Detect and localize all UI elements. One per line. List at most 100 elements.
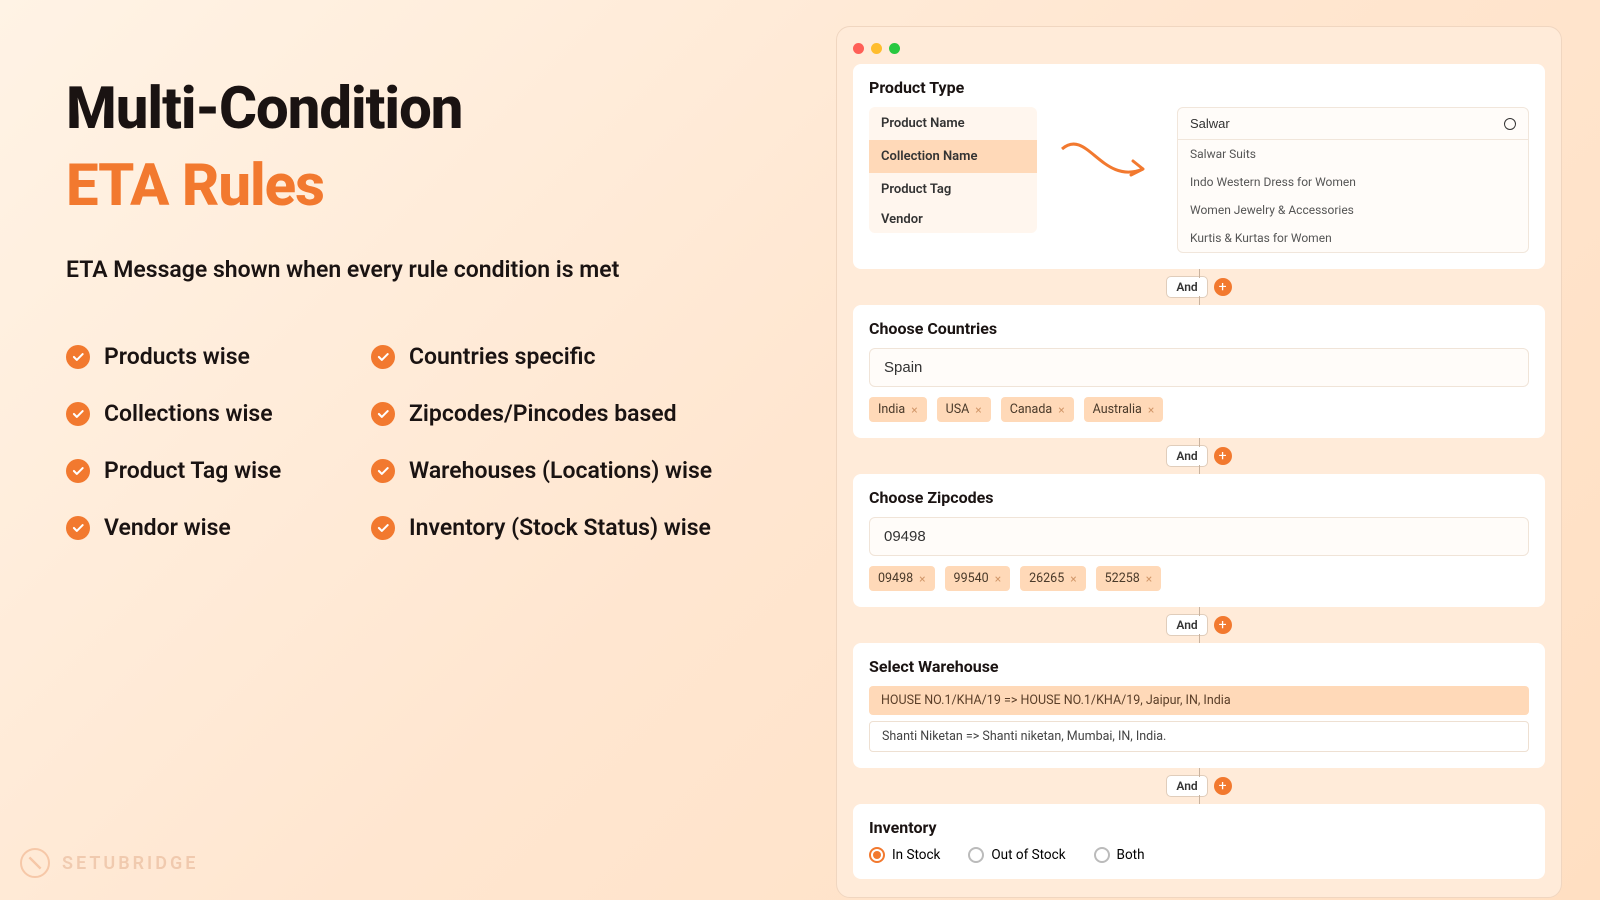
- and-label: And: [1166, 775, 1207, 797]
- inventory-radio-option[interactable]: Out of Stock: [968, 847, 1065, 863]
- product-type-option[interactable]: Collection Name: [869, 140, 1037, 173]
- check-icon: [371, 402, 395, 426]
- product-type-option[interactable]: Product Name: [869, 107, 1037, 140]
- countries-input[interactable]: [869, 348, 1529, 387]
- countries-title: Choose Countries: [869, 319, 1529, 338]
- collection-search-input[interactable]: [1190, 116, 1467, 131]
- inventory-title: Inventory: [869, 818, 1529, 837]
- headline-line2: ETA Rules: [66, 152, 766, 220]
- feature-item: Products wise: [66, 343, 371, 370]
- and-label: And: [1166, 614, 1207, 636]
- remove-chip-icon[interactable]: ×: [911, 403, 917, 417]
- remove-chip-icon[interactable]: ×: [1148, 403, 1154, 417]
- radio-label: Out of Stock: [991, 847, 1065, 863]
- feature-list: Products wise Countries specific Collectio…: [66, 343, 766, 541]
- warehouse-list: HOUSE NO.1/KHA/19 => HOUSE NO.1/KHA/19, …: [869, 686, 1529, 752]
- chip-label: USA: [946, 402, 970, 417]
- remove-chip-icon[interactable]: ×: [1070, 572, 1076, 586]
- inventory-radio-option[interactable]: In Stock: [869, 847, 940, 863]
- feature-item: Zipcodes/Pincodes based: [371, 400, 731, 427]
- add-condition-button[interactable]: +: [1214, 447, 1232, 465]
- rules-config-window: Product Type Product NameCollection Name…: [836, 26, 1562, 898]
- and-label: And: [1166, 445, 1207, 467]
- and-connector: And +: [853, 607, 1545, 643]
- remove-chip-icon[interactable]: ×: [995, 572, 1001, 586]
- remove-chip-icon[interactable]: ×: [1146, 572, 1152, 586]
- country-chip: USA ×: [937, 397, 991, 422]
- collection-result-item[interactable]: Salwar Suits: [1178, 140, 1528, 168]
- country-chip-row: India × USA × Canada × Australia ×: [869, 397, 1529, 422]
- feature-text: Countries specific: [409, 343, 595, 370]
- add-condition-button[interactable]: +: [1214, 278, 1232, 296]
- chip-label: 52258: [1105, 571, 1140, 586]
- maximize-dot-icon[interactable]: [889, 43, 900, 54]
- check-icon: [66, 459, 90, 483]
- search-icon[interactable]: [1504, 118, 1516, 130]
- feature-item: Inventory (Stock Status) wise: [371, 514, 731, 541]
- feature-text: Inventory (Stock Status) wise: [409, 514, 711, 541]
- zipcode-chip-row: 09498× 99540 × 26265 × 52258 ×: [869, 566, 1529, 591]
- zipcodes-title: Choose Zipcodes: [869, 488, 1529, 507]
- inventory-card: Inventory In Stock Out of Stock Both: [853, 804, 1545, 879]
- and-connector: And +: [853, 768, 1545, 804]
- zipcode-chip: 52258 ×: [1096, 566, 1162, 591]
- product-type-option[interactable]: Product Tag: [869, 173, 1037, 206]
- zipcodes-card: Choose Zipcodes 09498× 99540 × 26265 × 52258 ×: [853, 474, 1545, 607]
- radio-label: Both: [1117, 847, 1145, 863]
- marketing-copy: Multi-Condition ETA Rules ETA Message sh…: [66, 80, 766, 541]
- arrow-curve-icon: [1057, 131, 1157, 211]
- feature-item: Vendor wise: [66, 514, 371, 541]
- radio-icon: [968, 847, 984, 863]
- countries-card: Choose Countries India × USA × Canada × Austra…: [853, 305, 1545, 438]
- warehouse-title: Select Warehouse: [869, 657, 1529, 676]
- radio-icon: [1094, 847, 1110, 863]
- check-icon: [371, 516, 395, 540]
- subheadline: ETA Message shown when every rule condit…: [66, 256, 766, 283]
- feature-text: Product Tag wise: [104, 457, 281, 484]
- check-icon: [66, 402, 90, 426]
- zipcode-chip: 26265 ×: [1020, 566, 1086, 591]
- brand-logo: SETUBRIDGE: [20, 848, 198, 878]
- country-chip: India ×: [869, 397, 927, 422]
- check-icon: [371, 345, 395, 369]
- feature-text: Products wise: [104, 343, 250, 370]
- feature-text: Warehouses (Locations) wise: [409, 457, 712, 484]
- chip-label: 99540: [954, 571, 989, 586]
- and-connector: And +: [853, 438, 1545, 474]
- product-type-card: Product Type Product NameCollection Name…: [853, 64, 1545, 269]
- radio-label: In Stock: [892, 847, 940, 863]
- remove-chip-icon[interactable]: ×: [919, 572, 925, 586]
- inventory-radio-option[interactable]: Both: [1094, 847, 1145, 863]
- chip-label: 26265: [1029, 571, 1064, 586]
- feature-item: Product Tag wise: [66, 457, 371, 484]
- zipcode-chip: 09498×: [869, 566, 935, 591]
- inventory-radio-row: In Stock Out of Stock Both: [869, 847, 1529, 863]
- chip-label: Canada: [1010, 402, 1053, 417]
- product-type-results: Salwar SuitsIndo Western Dress for Women…: [1177, 107, 1529, 253]
- collection-result-item[interactable]: Indo Western Dress for Women: [1178, 168, 1528, 196]
- and-connector: And +: [853, 269, 1545, 305]
- product-type-option-list: Product NameCollection NameProduct TagVe…: [869, 107, 1037, 233]
- close-dot-icon[interactable]: [853, 43, 864, 54]
- check-icon: [371, 459, 395, 483]
- warehouse-card: Select Warehouse HOUSE NO.1/KHA/19 => HO…: [853, 643, 1545, 768]
- warehouse-item[interactable]: Shanti Niketan => Shanti niketan, Mumbai…: [869, 721, 1529, 752]
- add-condition-button[interactable]: +: [1214, 616, 1232, 634]
- remove-chip-icon[interactable]: ×: [975, 403, 981, 417]
- feature-text: Vendor wise: [104, 514, 231, 541]
- chip-label: India: [878, 402, 905, 417]
- zipcodes-input[interactable]: [869, 517, 1529, 556]
- add-condition-button[interactable]: +: [1214, 777, 1232, 795]
- radio-icon: [869, 847, 885, 863]
- collection-result-item[interactable]: Women Jewelry & Accessories: [1178, 196, 1528, 224]
- chip-label: Australia: [1093, 402, 1142, 417]
- warehouse-item[interactable]: HOUSE NO.1/KHA/19 => HOUSE NO.1/KHA/19, …: [869, 686, 1529, 715]
- minimize-dot-icon[interactable]: [871, 43, 882, 54]
- remove-chip-icon[interactable]: ×: [1058, 403, 1064, 417]
- collection-result-item[interactable]: Kurtis & Kurtas for Women: [1178, 224, 1528, 252]
- feature-item: Warehouses (Locations) wise: [371, 457, 731, 484]
- zipcode-chip: 99540 ×: [945, 566, 1011, 591]
- and-label: And: [1166, 276, 1207, 298]
- feature-text: Collections wise: [104, 400, 273, 427]
- product-type-option[interactable]: Vendor: [869, 206, 1037, 233]
